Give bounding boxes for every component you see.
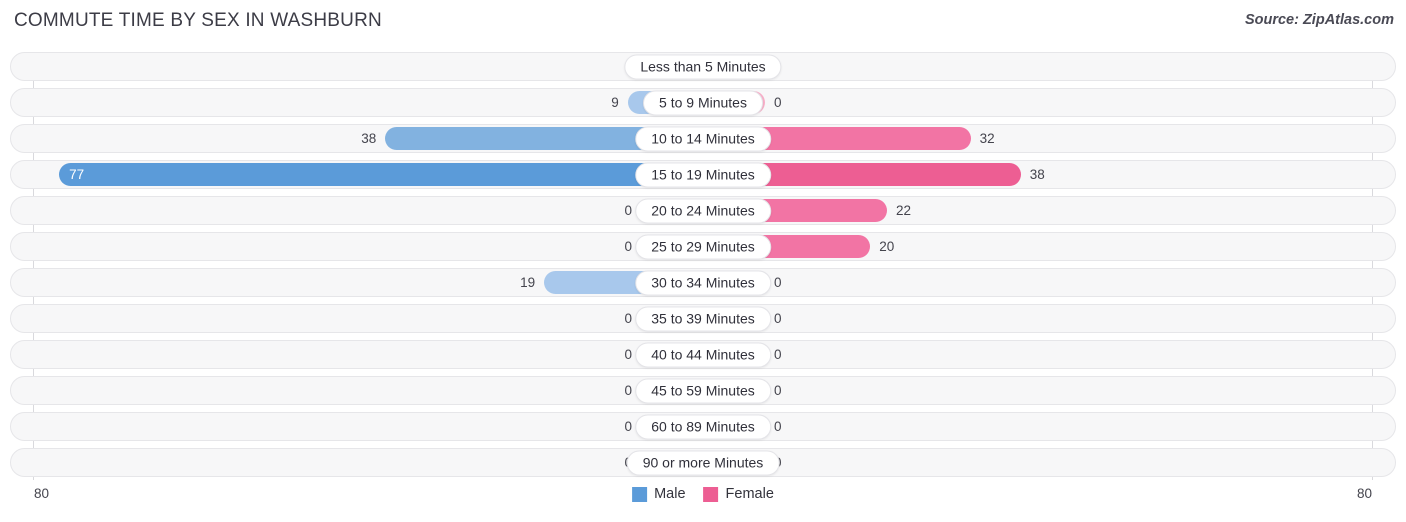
chart-legend: Male Female xyxy=(632,486,774,502)
page-title: COMMUTE TIME BY SEX IN WASHBURN xyxy=(14,10,382,31)
category-label: 40 to 44 Minutes xyxy=(635,342,771,367)
legend-swatch-icon xyxy=(632,486,648,502)
category-label: 35 to 39 Minutes xyxy=(635,306,771,331)
female-value-label: 0 xyxy=(774,419,782,434)
chart-row: 9 0 5 to 9 Minutes xyxy=(10,88,1396,117)
male-bar-wrap: 0 xyxy=(11,55,703,78)
category-label: 60 to 89 Minutes xyxy=(635,414,771,439)
chart-row: 00Less than 5 Minutes xyxy=(10,52,1396,81)
male-value-label: 77 xyxy=(69,167,85,182)
female-value-label: 0 xyxy=(774,347,782,362)
male-bar-wrap: 0 xyxy=(11,307,703,330)
male-bar-wrap: 0 xyxy=(11,343,703,366)
female-value-label: 20 xyxy=(879,239,895,254)
category-label: 10 to 14 Minutes xyxy=(635,126,771,151)
chart-row: 77 38 15 to 19 Minutes xyxy=(10,160,1396,189)
male-value-label: 0 xyxy=(624,347,632,362)
chart-row: 19 0 30 to 34 Minutes xyxy=(10,268,1396,297)
female-bar-wrap: 0 xyxy=(703,343,1395,366)
male-value-label: 0 xyxy=(624,383,632,398)
female-bar-wrap: 32 xyxy=(703,127,1395,150)
male-bar-wrap: 0 xyxy=(11,199,703,222)
chart-row: 0 20 25 to 29 Minutes xyxy=(10,232,1396,261)
male-bar: 77 xyxy=(59,163,703,186)
male-bar-wrap: 9 xyxy=(11,91,703,114)
chart-row: 0 0 35 to 39 Minutes xyxy=(10,304,1396,333)
male-bar-wrap: 0 xyxy=(11,235,703,258)
chart-row: 38 32 10 to 14 Minutes xyxy=(10,124,1396,153)
female-bar-wrap: 0 xyxy=(703,451,1395,474)
legend-label: Male xyxy=(654,486,686,502)
male-bar-wrap: 0 xyxy=(11,451,703,474)
chart-row: 0 0 40 to 44 Minutes xyxy=(10,340,1396,369)
chart-row: 0 0 45 to 59 Minutes xyxy=(10,376,1396,405)
axis-tick-right: 80 xyxy=(1356,486,1372,501)
female-bar-wrap: 0 xyxy=(703,271,1395,294)
female-bar-wrap: 0 xyxy=(703,415,1395,438)
female-bar-wrap: 20 xyxy=(703,235,1395,258)
female-bar-wrap: 0 xyxy=(703,55,1395,78)
male-value-label: 0 xyxy=(624,419,632,434)
category-label: Less than 5 Minutes xyxy=(624,54,782,79)
male-value-label: 9 xyxy=(611,95,619,110)
category-label: 5 to 9 Minutes xyxy=(643,90,763,115)
legend-label: Female xyxy=(725,486,774,502)
chart-row: 0090 or more Minutes xyxy=(10,448,1396,477)
male-bar-wrap: 77 xyxy=(11,163,703,186)
female-bar-wrap: 0 xyxy=(703,307,1395,330)
chart-row: 0 0 60 to 89 Minutes xyxy=(10,412,1396,441)
chart-container: COMMUTE TIME BY SEX IN WASHBURN Source: … xyxy=(0,0,1406,522)
chart-footer: 80 80 Male Female xyxy=(10,484,1396,514)
male-value-label: 0 xyxy=(624,311,632,326)
legend-item-male[interactable]: Male xyxy=(632,486,686,502)
female-value-label: 0 xyxy=(774,383,782,398)
axis-tick-left: 80 xyxy=(34,486,50,501)
female-value-label: 0 xyxy=(774,95,782,110)
category-label: 20 to 24 Minutes xyxy=(635,198,771,223)
male-value-label: 0 xyxy=(624,203,632,218)
male-bar-wrap: 0 xyxy=(11,379,703,402)
plot-area: 00Less than 5 Minutes905 to 9 Minutes383… xyxy=(10,52,1396,480)
male-value-label: 0 xyxy=(624,239,632,254)
female-bar-wrap: 22 xyxy=(703,199,1395,222)
category-label: 30 to 34 Minutes xyxy=(635,270,771,295)
category-label: 45 to 59 Minutes xyxy=(635,378,771,403)
category-label: 25 to 29 Minutes xyxy=(635,234,771,259)
legend-item-female[interactable]: Female xyxy=(703,486,774,502)
female-value-label: 32 xyxy=(979,131,995,146)
category-label: 90 or more Minutes xyxy=(626,450,780,475)
chart-row: 0 22 20 to 24 Minutes xyxy=(10,196,1396,225)
male-value-label: 38 xyxy=(361,131,377,146)
category-label: 15 to 19 Minutes xyxy=(635,162,771,187)
legend-swatch-icon xyxy=(703,486,719,502)
male-bar-wrap: 19 xyxy=(11,271,703,294)
male-value-label: 19 xyxy=(520,275,536,290)
male-bar-wrap: 0 xyxy=(11,415,703,438)
female-bar-wrap: 38 xyxy=(703,163,1395,186)
male-bar-wrap: 38 xyxy=(11,127,703,150)
female-value-label: 22 xyxy=(895,203,911,218)
chart-header: COMMUTE TIME BY SEX IN WASHBURN Source: … xyxy=(0,0,1406,44)
female-value-label: 0 xyxy=(774,311,782,326)
female-bar-wrap: 0 xyxy=(703,379,1395,402)
female-value-label: 38 xyxy=(1029,167,1045,182)
female-bar-wrap: 0 xyxy=(703,91,1395,114)
source-attribution: Source: ZipAtlas.com xyxy=(1244,12,1394,28)
female-value-label: 0 xyxy=(774,275,782,290)
